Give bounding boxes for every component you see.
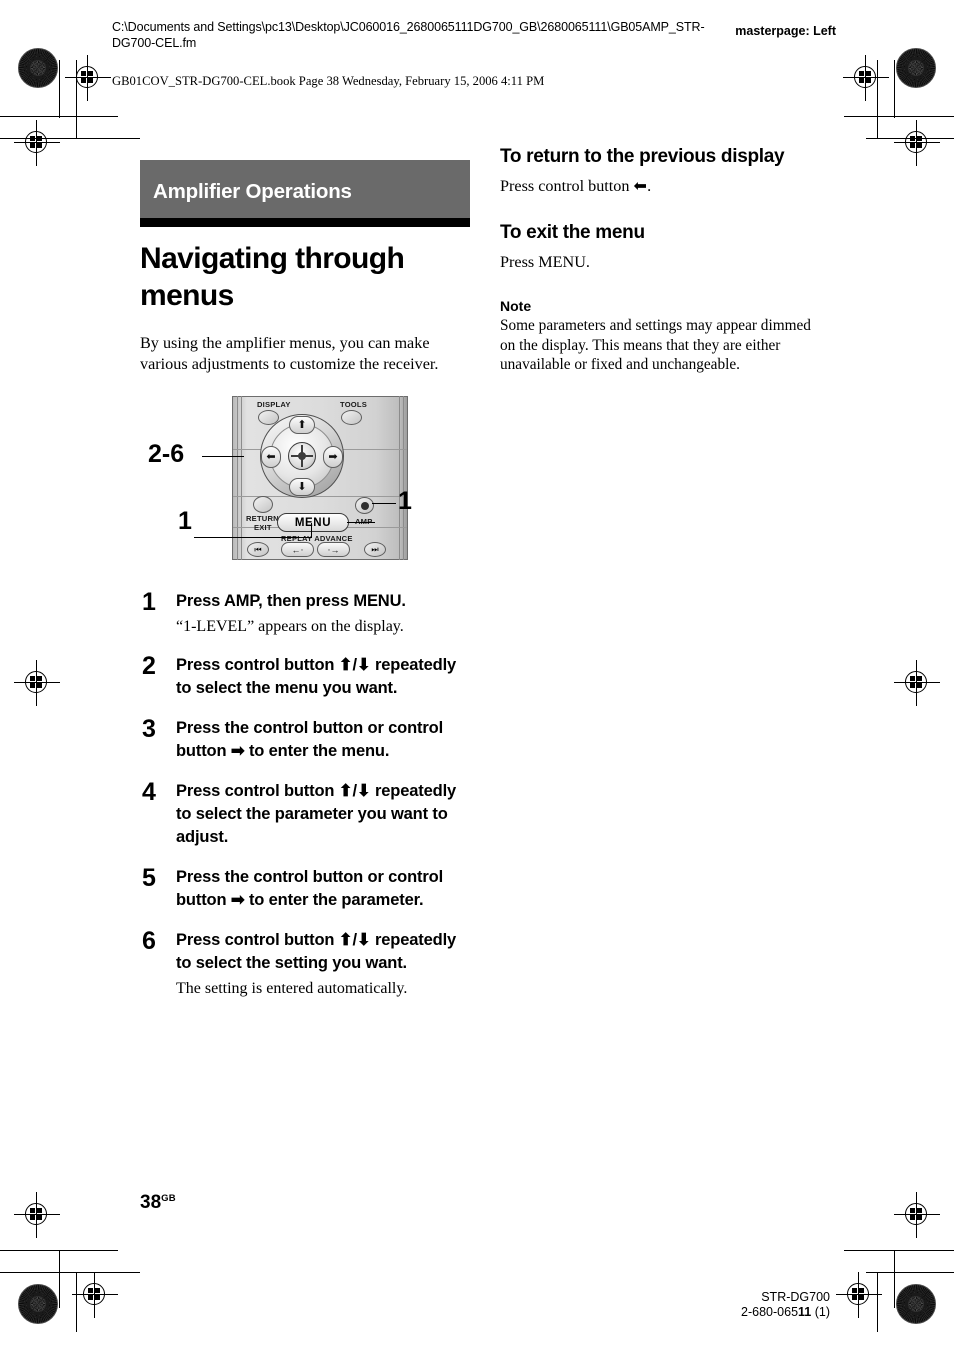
step-note: The setting is entered automatically. bbox=[176, 980, 408, 997]
menu-button[interactable]: MENU bbox=[277, 513, 349, 532]
chapter-rule bbox=[140, 218, 470, 227]
callout-bottom-1: 1 bbox=[178, 507, 192, 535]
model-footer: STR-DG700 2-680-06511 (1) bbox=[741, 1290, 830, 1320]
right-arrow-button[interactable]: ➡ bbox=[323, 446, 343, 468]
density-patch bbox=[896, 48, 936, 88]
enter-center-button[interactable] bbox=[288, 442, 316, 470]
step-item: 1 Press AMP, then press MENU. “1-LEVEL” … bbox=[140, 590, 470, 637]
registration-mark bbox=[894, 660, 940, 706]
note-heading: Note bbox=[500, 298, 532, 314]
registration-mark bbox=[894, 1192, 940, 1238]
registration-mark bbox=[836, 1272, 882, 1318]
density-patch bbox=[18, 1284, 58, 1324]
down-arrow-icon: ⬇ bbox=[297, 480, 307, 493]
book-source-line: GB01COV_STR-DG700-CEL.book Page 38 Wedne… bbox=[112, 74, 545, 88]
step-number: 5 bbox=[142, 864, 156, 892]
step-item: 2 Press control button ⬆/⬇ repeatedly to… bbox=[140, 654, 470, 700]
callout-2-6: 2-6 bbox=[148, 440, 185, 468]
section-heading-return-previous: To return to the previous display bbox=[500, 146, 785, 167]
density-patch bbox=[18, 48, 58, 88]
masterpage-label: masterpage: Left bbox=[735, 24, 836, 38]
right-arrow-icon: ➡ bbox=[328, 450, 338, 463]
return-exit-label-line1: RETURN/ bbox=[246, 514, 282, 523]
registration-mark bbox=[894, 120, 940, 166]
note-body: Some parameters and settings may appear … bbox=[500, 317, 811, 373]
step-title: Press control button ⬆/⬇ repeatedly to s… bbox=[176, 782, 457, 846]
step-note: “1-LEVEL” appears on the display. bbox=[176, 618, 404, 635]
step-title: Press the control button or control butt… bbox=[176, 719, 444, 760]
registration-mark bbox=[14, 660, 60, 706]
display-label: DISPLAY bbox=[257, 400, 291, 409]
steps-list: 1 Press AMP, then press MENU. “1-LEVEL” … bbox=[140, 590, 470, 999]
registration-mark bbox=[843, 55, 889, 101]
step-item: 3 Press the control button or control bu… bbox=[140, 717, 470, 763]
step-item: 6 Press control button ⬆/⬇ repeatedly to… bbox=[140, 929, 470, 999]
down-arrow-button[interactable]: ⬇ bbox=[289, 478, 315, 496]
file-path-header: C:\Documents and Settings\pc13\Desktop\J… bbox=[112, 20, 705, 50]
amp-button-dot bbox=[361, 502, 369, 510]
density-patch bbox=[896, 1284, 936, 1324]
left-arrow-icon: ⬅ bbox=[266, 450, 276, 463]
document-number-bold: 11 bbox=[798, 1305, 812, 1319]
step-title: Press AMP, then press MENU. bbox=[176, 592, 406, 610]
return-exit-button[interactable] bbox=[253, 496, 273, 513]
step-number: 3 bbox=[142, 715, 156, 743]
callout-leader-line bbox=[202, 456, 244, 458]
step-number: 4 bbox=[142, 778, 156, 806]
previous-track-button[interactable]: ⏮ bbox=[247, 542, 269, 557]
step-item: 4 Press control button ⬆/⬇ repeatedly to… bbox=[140, 780, 470, 849]
left-arrow-button[interactable]: ⬅ bbox=[261, 446, 281, 468]
section-heading-exit-menu: To exit the menu bbox=[500, 222, 645, 243]
page-title: Navigating through menus bbox=[140, 242, 405, 312]
step-item: 5 Press the control button or control bu… bbox=[140, 866, 470, 912]
next-track-button[interactable]: ⏭ bbox=[364, 542, 386, 557]
replay-button[interactable]: ←· bbox=[281, 542, 314, 557]
advance-button[interactable]: ·→ bbox=[317, 542, 350, 557]
registration-mark bbox=[14, 120, 60, 166]
model-name: STR-DG700 bbox=[761, 1290, 830, 1304]
chapter-heading: Amplifier Operations bbox=[140, 160, 470, 218]
callout-leader-line bbox=[347, 522, 375, 524]
section-body-exit-menu: Press MENU. bbox=[500, 252, 590, 271]
right-column: To return to the previous display Press … bbox=[500, 145, 830, 375]
left-column: Amplifier Operations Navigating through … bbox=[140, 160, 470, 1016]
document-number-prefix: 2-680-065 bbox=[741, 1305, 799, 1319]
remote-control-figure: DISPLAY TOOLS ⬆ ⬇ ⬅ ➡ RETURN/ EXIT MENU … bbox=[140, 396, 470, 564]
tools-label: TOOLS bbox=[340, 400, 368, 409]
page-number-suffix: GB bbox=[161, 1193, 176, 1204]
registration-mark bbox=[14, 1192, 60, 1238]
up-arrow-icon: ⬆ bbox=[297, 418, 307, 431]
callout-leader-line bbox=[311, 523, 313, 538]
replay-icon: ←· bbox=[291, 544, 304, 555]
registration-mark bbox=[65, 55, 111, 101]
document-number-suffix: (1) bbox=[811, 1305, 830, 1319]
step-title: Press control button ⬆/⬇ repeatedly to s… bbox=[176, 931, 457, 972]
up-arrow-button[interactable]: ⬆ bbox=[289, 416, 315, 434]
section-body-return-previous: Press control button ⬅. bbox=[500, 176, 652, 195]
page-number: 38GB bbox=[140, 1192, 176, 1214]
document-page: C:\Documents and Settings\pc13\Desktop\J… bbox=[0, 0, 954, 1364]
step-number: 2 bbox=[142, 652, 156, 680]
previous-track-icon: ⏮ bbox=[254, 544, 262, 554]
registration-mark bbox=[72, 1272, 118, 1318]
advance-icon: ·→ bbox=[327, 544, 340, 555]
document-number: 2-680-06511 (1) bbox=[741, 1305, 830, 1320]
step-title: Press control button ⬆/⬇ repeatedly to s… bbox=[176, 656, 457, 697]
intro-paragraph: By using the amplifier menus, you can ma… bbox=[140, 334, 439, 373]
step-title: Press the control button or control butt… bbox=[176, 868, 444, 909]
callout-right-1: 1 bbox=[398, 487, 412, 515]
callout-leader-line bbox=[372, 503, 396, 505]
next-track-icon: ⏭ bbox=[371, 544, 379, 554]
step-number: 1 bbox=[142, 588, 156, 616]
step-number: 6 bbox=[142, 927, 156, 955]
tools-button[interactable] bbox=[341, 410, 362, 425]
callout-leader-line bbox=[194, 537, 312, 539]
return-exit-label-line2: EXIT bbox=[254, 523, 272, 532]
page-number-value: 38 bbox=[140, 1192, 162, 1213]
